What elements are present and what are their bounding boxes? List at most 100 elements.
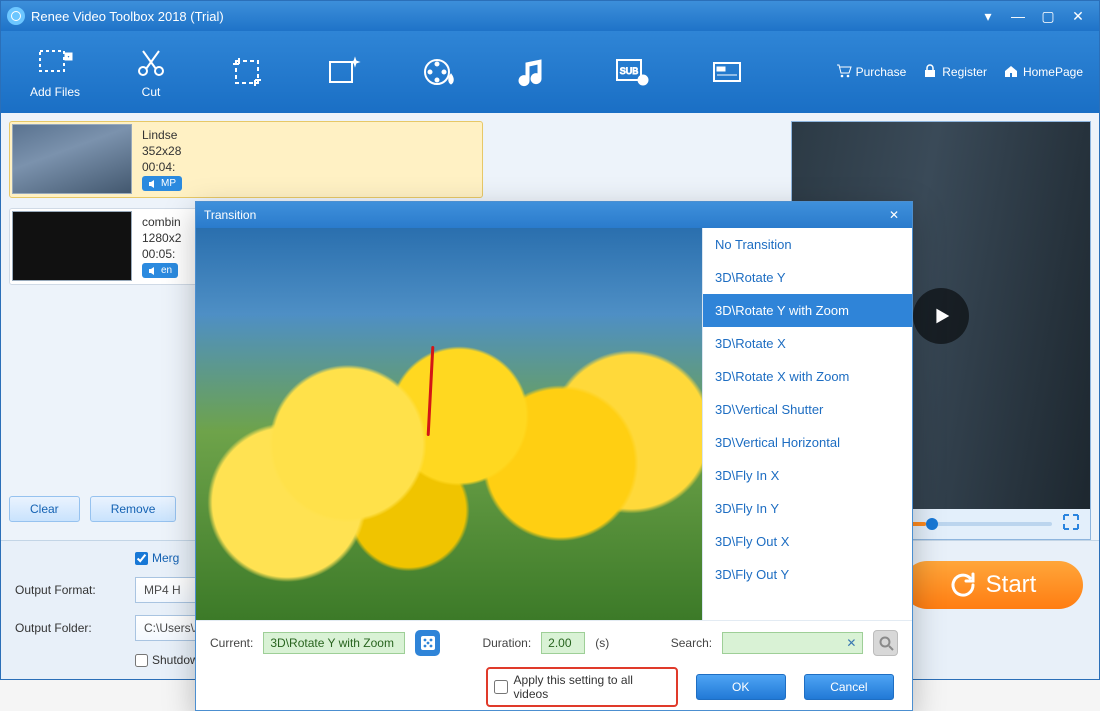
- svg-text:T: T: [641, 78, 646, 85]
- dialog-footer: Apply this setting to all videos OK Canc…: [196, 664, 912, 710]
- start-button[interactable]: Start: [903, 561, 1083, 609]
- transition-item[interactable]: 3D\Fly Out X: [703, 525, 912, 558]
- apply-all-checkbox[interactable]: Apply this setting to all videos: [486, 667, 678, 707]
- purchase-link[interactable]: Purchase: [830, 59, 913, 86]
- cut-label: Cut: [142, 85, 161, 99]
- dialog-close-button[interactable]: ✕: [884, 208, 904, 222]
- transition-list[interactable]: No Transition3D\Rotate Y3D\Rotate Y with…: [702, 228, 912, 620]
- file-duration: 00:05:: [142, 247, 181, 261]
- register-link[interactable]: Register: [916, 59, 993, 86]
- main-window: Renee Video Toolbox 2018 (Trial) ▾ — ▢ ✕…: [0, 0, 1100, 680]
- transition-preview: [196, 228, 702, 620]
- add-files-button[interactable]: ▾ Add Files: [7, 34, 103, 110]
- card-icon: [709, 54, 745, 90]
- clear-button[interactable]: Clear: [9, 496, 80, 522]
- format-badge[interactable]: MP: [142, 176, 182, 191]
- titlebar: Renee Video Toolbox 2018 (Trial) ▾ — ▢ ✕: [1, 1, 1099, 31]
- reel-drop-icon: [421, 54, 457, 90]
- dialog-title: Transition: [204, 208, 256, 222]
- transition-item[interactable]: 3D\Rotate Y: [703, 261, 912, 294]
- watermark-button[interactable]: [391, 34, 487, 110]
- format-badge[interactable]: en: [142, 263, 178, 278]
- transition-dialog: Transition ✕ No Transition3D\Rotate Y3D\…: [195, 201, 913, 711]
- thumbnail: [12, 211, 132, 281]
- current-field[interactable]: 3D\Rotate Y with Zoom: [263, 632, 405, 654]
- merge-label: Merg: [152, 551, 179, 565]
- apply-all-label: Apply this setting to all videos: [514, 673, 666, 701]
- dialog-body: No Transition3D\Rotate Y3D\Rotate Y with…: [196, 228, 912, 620]
- thumbnail: [12, 124, 132, 194]
- effects-button[interactable]: [295, 34, 391, 110]
- add-files-icon: ▾: [37, 45, 73, 81]
- file-info: Lindse 352x28 00:04: MP: [142, 124, 182, 195]
- scissors-icon: [133, 45, 169, 81]
- fullscreen-icon[interactable]: [1062, 513, 1080, 536]
- refresh-icon: [950, 572, 976, 598]
- main-toolbar: ▾ Add Files Cut SUBT: [1, 31, 1099, 113]
- cancel-button[interactable]: Cancel: [804, 674, 894, 700]
- start-label: Start: [986, 571, 1037, 599]
- duration-label: Duration:: [482, 636, 531, 650]
- search-label: Search:: [671, 636, 712, 650]
- duration-field[interactable]: 2.00: [541, 632, 585, 654]
- transition-item[interactable]: 3D\Fly Out Y: [703, 558, 912, 591]
- file-name: Lindse: [142, 128, 182, 142]
- current-label: Current:: [210, 636, 253, 650]
- homepage-label: HomePage: [1023, 65, 1083, 79]
- music-button[interactable]: [487, 34, 583, 110]
- close-button[interactable]: ✕: [1063, 1, 1093, 31]
- apply-all-input[interactable]: [494, 680, 508, 694]
- transition-item[interactable]: No Transition: [703, 228, 912, 261]
- transition-item[interactable]: 3D\Vertical Shutter: [703, 393, 912, 426]
- output-format-label: Output Format:: [15, 583, 125, 597]
- subtitle-button[interactable]: SUBT: [583, 34, 679, 110]
- app-logo-icon: [7, 7, 25, 25]
- toolbar-right: Purchase Register HomePage: [830, 59, 1093, 86]
- play-button[interactable]: [913, 288, 969, 344]
- file-resolution: 1280x2: [142, 231, 181, 245]
- file-resolution: 352x28: [142, 144, 182, 158]
- svg-text:▾: ▾: [67, 54, 71, 61]
- play-icon: [930, 305, 952, 327]
- minimize-button[interactable]: —: [1003, 1, 1033, 31]
- search-button[interactable]: [873, 630, 898, 656]
- file-name: combin: [142, 215, 181, 229]
- dice-icon: [420, 635, 436, 651]
- dropdown-icon[interactable]: ▾: [973, 1, 1003, 31]
- random-button[interactable]: [415, 630, 439, 656]
- homepage-link[interactable]: HomePage: [997, 59, 1089, 86]
- speaker-icon: [148, 179, 158, 189]
- cut-button[interactable]: Cut: [103, 34, 199, 110]
- transition-item[interactable]: 3D\Rotate X: [703, 327, 912, 360]
- music-note-icon: [517, 54, 553, 90]
- home-icon: [1003, 63, 1019, 82]
- search-input[interactable]: ✕: [722, 632, 863, 654]
- file-item[interactable]: Lindse 352x28 00:04: MP: [9, 121, 483, 198]
- transition-item[interactable]: 3D\Rotate X with Zoom: [703, 360, 912, 393]
- svg-text:SUB: SUB: [620, 66, 639, 76]
- preview-image: [196, 228, 702, 620]
- subtitle-icon: SUBT: [613, 54, 649, 90]
- clear-search-icon[interactable]: ✕: [840, 636, 862, 650]
- dialog-controls: Current: 3D\Rotate Y with Zoom Duration:…: [196, 620, 912, 664]
- crop-icon: [229, 54, 265, 90]
- transition-item[interactable]: 3D\Rotate Y with Zoom: [703, 294, 912, 327]
- cart-icon: [836, 63, 852, 82]
- ok-button[interactable]: OK: [696, 674, 786, 700]
- crop-button[interactable]: [199, 34, 295, 110]
- output-folder-label: Output Folder:: [15, 621, 125, 635]
- remove-button[interactable]: Remove: [90, 496, 177, 522]
- settings-button[interactable]: [679, 34, 775, 110]
- workarea: Lindse 352x28 00:04: MP combin 1280x2 00…: [1, 113, 1099, 540]
- search-icon: [878, 635, 894, 651]
- film-sparkle-icon: [325, 54, 361, 90]
- transition-item[interactable]: 3D\Vertical Horizontal: [703, 426, 912, 459]
- file-duration: 00:04:: [142, 160, 182, 174]
- transition-item[interactable]: 3D\Fly In Y: [703, 492, 912, 525]
- file-info: combin 1280x2 00:05: en: [142, 211, 181, 282]
- add-files-label: Add Files: [30, 85, 80, 99]
- maximize-button[interactable]: ▢: [1033, 1, 1063, 31]
- dialog-titlebar: Transition ✕: [196, 202, 912, 228]
- window-title: Renee Video Toolbox 2018 (Trial): [31, 9, 973, 24]
- transition-item[interactable]: 3D\Fly In X: [703, 459, 912, 492]
